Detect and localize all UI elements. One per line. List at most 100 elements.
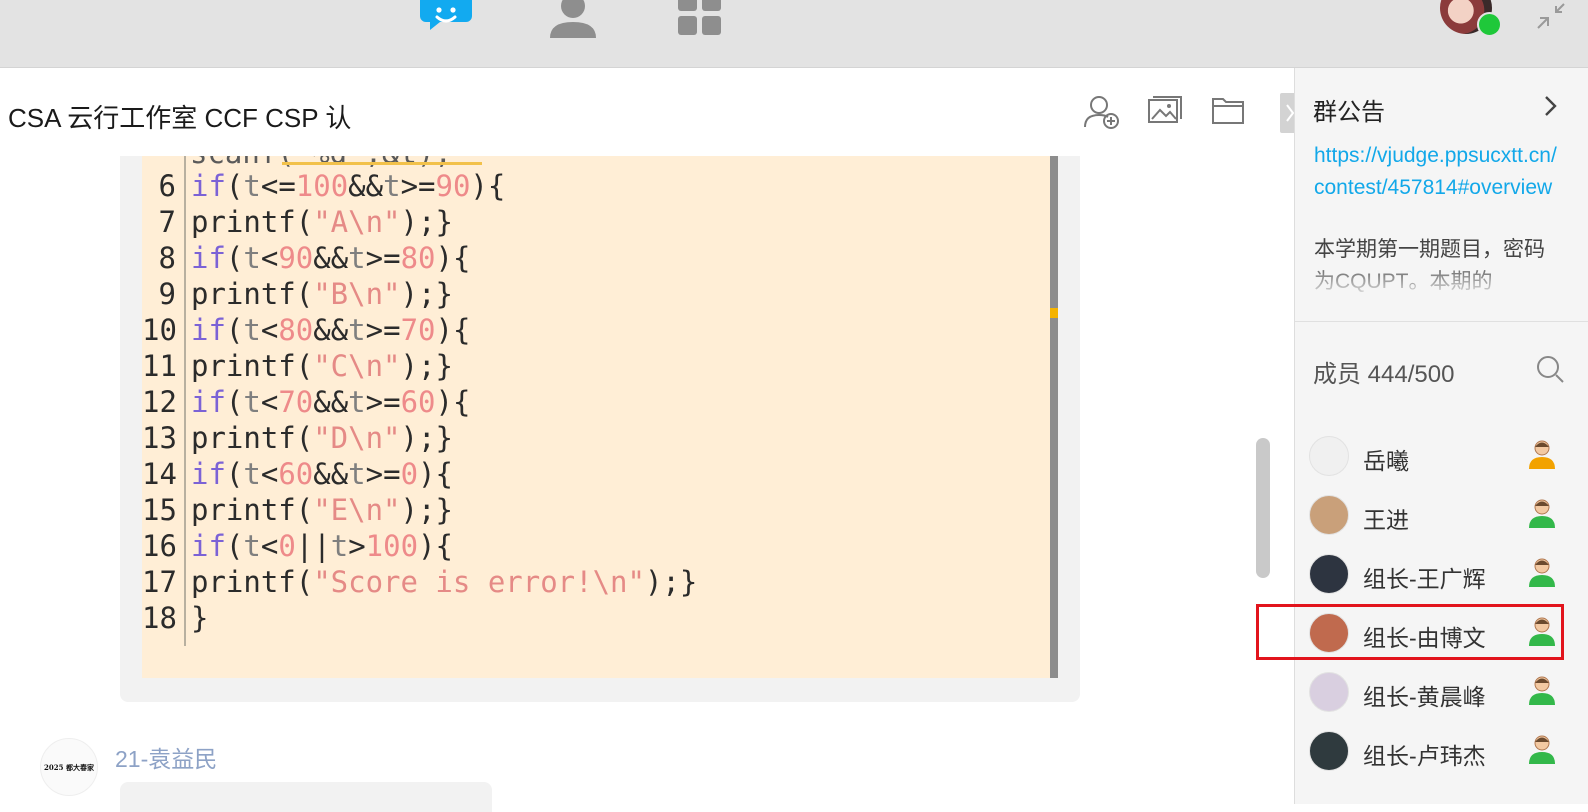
next-message-bubble	[120, 782, 492, 812]
chat-scrollbar[interactable]	[1256, 438, 1270, 578]
code-token: ){	[435, 385, 471, 419]
line-number: 12	[142, 385, 177, 419]
code-token: );}	[400, 421, 453, 455]
code-token: <	[260, 457, 279, 491]
code-token: <	[260, 529, 279, 563]
member-avatar[interactable]	[1309, 495, 1349, 535]
online-status-dot	[1477, 12, 1502, 37]
code-token: printf(	[191, 421, 314, 455]
code-token: t	[383, 169, 401, 203]
add-member-icon[interactable]	[1082, 94, 1122, 130]
code-token: 100	[295, 169, 349, 203]
line-number: 13	[142, 421, 177, 455]
code-token: (	[225, 457, 244, 491]
code-line: 16 if(t<0||t>100){	[142, 528, 453, 564]
apps-grid-icon[interactable]	[676, 0, 724, 40]
member-avatar[interactable]	[1309, 672, 1349, 712]
chevron-right-icon[interactable]	[1541, 94, 1561, 118]
member-item[interactable]: 组长-卢玮杰	[1295, 723, 1588, 779]
search-icon[interactable]	[1535, 354, 1565, 384]
code-line: 8 if(t<90&&t>=80){	[142, 240, 471, 276]
code-token: "B\n"	[313, 277, 401, 311]
notice-title[interactable]: 群公告	[1313, 92, 1385, 127]
sender-avatar[interactable]: 2025 都大春家	[40, 738, 98, 796]
code-token: "D\n"	[313, 421, 401, 455]
chat-bubble-icon[interactable]	[420, 0, 472, 40]
line-number: 17	[142, 565, 177, 599]
member-name: 王进	[1363, 507, 1409, 533]
code-line: 18}	[142, 600, 208, 636]
line-number: 16	[142, 529, 177, 563]
member-avatar[interactable]	[1309, 436, 1349, 476]
code-token: t	[243, 529, 261, 563]
member-item[interactable]: 组长-黄晨峰	[1295, 664, 1588, 720]
code-token: );}	[400, 493, 453, 527]
code-token: t	[243, 457, 261, 491]
line-number: 7	[158, 205, 176, 239]
member-avatar[interactable]	[1309, 731, 1349, 771]
member-name: 组长-黄晨峰	[1363, 684, 1486, 710]
line-number: 6	[158, 169, 176, 203]
code-token: (	[225, 169, 244, 203]
code-line: 17 printf("Score is error!\n");}	[142, 564, 697, 600]
code-token: ){	[435, 313, 471, 347]
code-token: 70	[400, 313, 436, 347]
code-token: t	[348, 313, 366, 347]
code-token: "E\n"	[313, 493, 401, 527]
code-token: <=	[260, 169, 296, 203]
code-token: "A\n"	[313, 205, 401, 239]
code-token: 0	[400, 457, 419, 491]
member-item[interactable]: 组长-王广辉	[1295, 546, 1588, 602]
code-scrollbar	[1050, 156, 1058, 678]
shrink-window-icon[interactable]	[1534, 2, 1570, 34]
code-token: );}	[644, 565, 698, 599]
line-number: 18	[142, 601, 177, 635]
chat-area: CSA 云行工作室 CCF CSP 认 scanf("%d",&t); 6if(…	[0, 68, 1294, 812]
code-token: if	[191, 241, 226, 275]
code-token: if	[191, 529, 226, 563]
code-token: 90	[278, 241, 314, 275]
code-token: );}	[400, 349, 453, 383]
code-token: "C\n"	[313, 349, 401, 383]
code-token: ){	[435, 241, 471, 275]
code-line: 7 printf("A\n");}	[142, 204, 453, 240]
member-avatar[interactable]	[1309, 554, 1349, 594]
code-token: (	[225, 529, 244, 563]
member-role-icon	[1529, 440, 1555, 469]
code-token: 80	[400, 241, 436, 275]
code-token: ){	[418, 529, 453, 563]
code-token: >=	[365, 241, 401, 275]
line-number: 9	[158, 277, 176, 311]
folder-icon[interactable]	[1210, 94, 1246, 126]
code-token: "Score is error!\n"	[313, 565, 645, 599]
code-token: 0	[278, 529, 296, 563]
sender-name[interactable]: 21-袁益民	[115, 740, 217, 774]
image-icon[interactable]	[1146, 94, 1184, 128]
code-line: 14 if(t<60&&t>=0){	[142, 456, 453, 492]
member-item[interactable]: 岳曦	[1295, 428, 1588, 484]
code-screenshot-image[interactable]: scanf("%d",&t); 6if(t<=100&&t>=90){7prin…	[142, 156, 1058, 678]
code-token: if	[191, 313, 226, 347]
code-token: printf(	[191, 493, 314, 527]
code-token: (	[225, 313, 244, 347]
chat-title: CSA 云行工作室 CCF CSP 认	[8, 103, 352, 133]
line-number: 15	[142, 493, 177, 527]
member-item[interactable]: 王进	[1295, 487, 1588, 543]
code-token: <	[260, 313, 279, 347]
code-token: if	[191, 385, 226, 419]
code-token: printf(	[191, 277, 314, 311]
code-token: t	[348, 385, 366, 419]
notice-fade-overlay	[1295, 260, 1588, 300]
contacts-icon[interactable]	[548, 0, 598, 40]
code-token: <	[260, 385, 279, 419]
line-number: 8	[158, 241, 176, 275]
code-token: >	[348, 529, 366, 563]
code-token: ){	[418, 457, 453, 491]
code-scroll-marker	[1050, 308, 1058, 318]
member-role-icon	[1529, 499, 1555, 528]
code-token: (	[225, 241, 244, 275]
cut-off-underline	[282, 162, 482, 165]
group-info-panel: 群公告 https://vjudge.ppsucxtt.cn/contest/4…	[1294, 68, 1588, 804]
notice-link[interactable]: https://vjudge.ppsucxtt.cn/contest/45781…	[1314, 140, 1564, 204]
top-bar	[0, 0, 1588, 68]
